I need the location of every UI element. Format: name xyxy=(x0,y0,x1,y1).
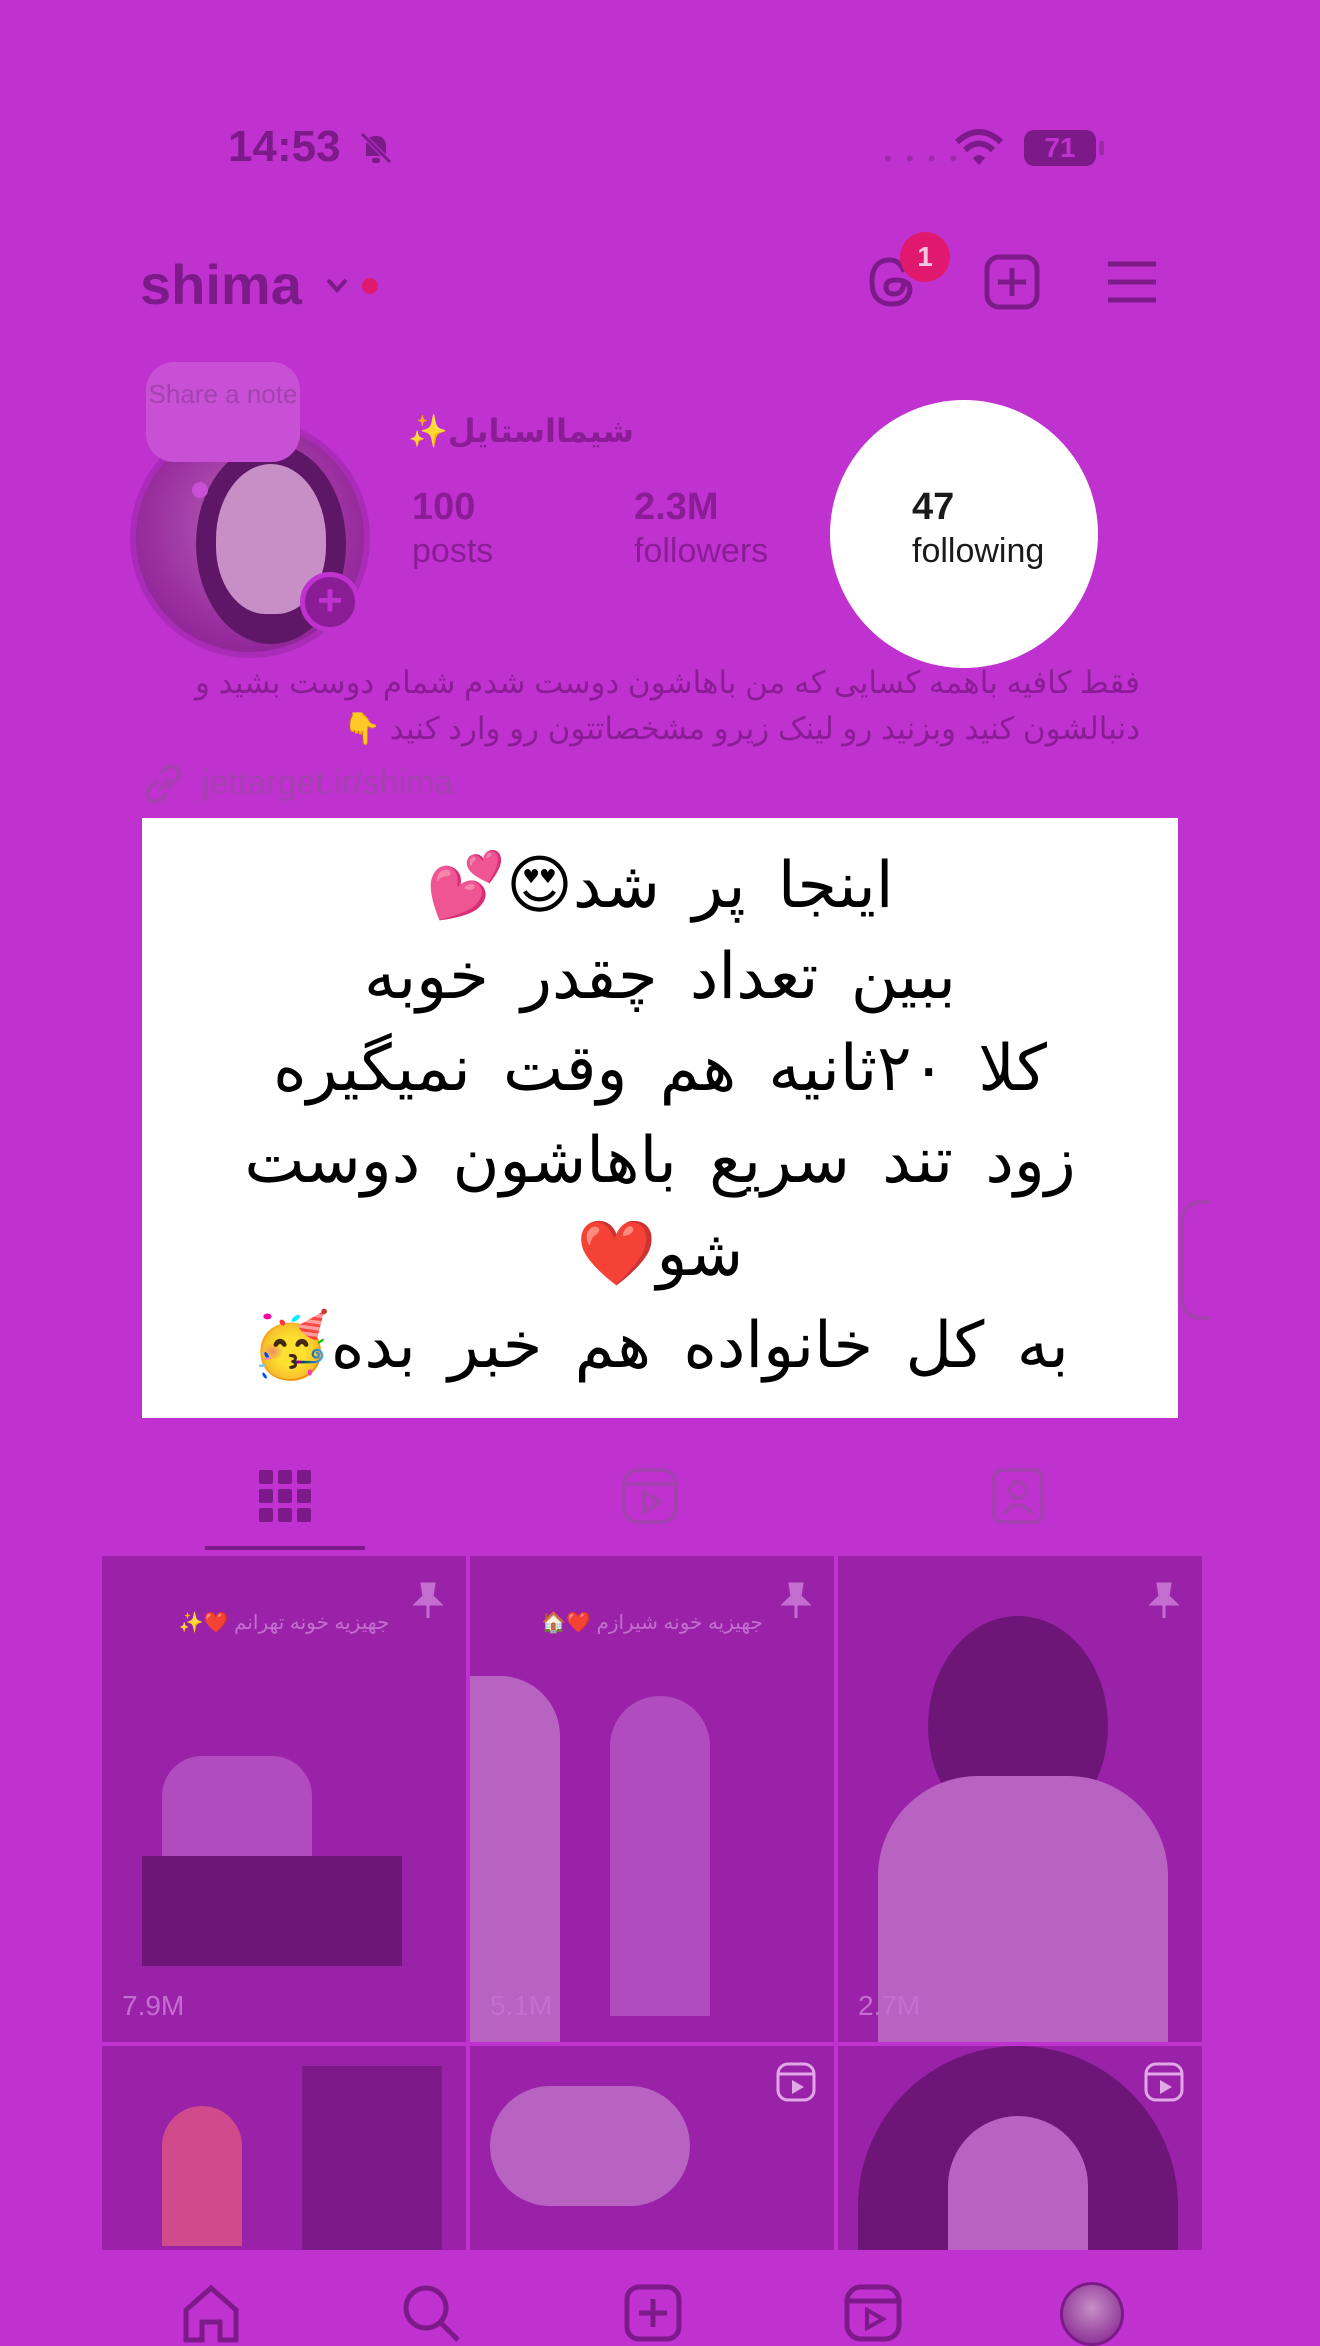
posts-label[interactable]: posts xyxy=(412,532,493,571)
bio-line-2: دنبالشون کنید وبزنید رو لینک زیرو مشخصات… xyxy=(342,711,1140,746)
view-count: 2.7M xyxy=(858,1990,921,2021)
view-count: 5.1M xyxy=(490,1990,553,2021)
reels-tab-icon[interactable] xyxy=(620,1466,680,1526)
pin-icon xyxy=(1148,1582,1180,1618)
share-note-bubble[interactable]: Share a note xyxy=(146,362,300,462)
highlight-edge xyxy=(1180,1200,1210,1320)
link-text[interactable]: jettarget.ir/shima xyxy=(202,764,453,803)
followers-label[interactable]: followers xyxy=(634,532,768,571)
caption-line-4: زود تند سریع باهاشون دوست xyxy=(244,1124,1076,1198)
profile-bio: فقط کافیه باهمه کسایی که من باهاشون دوست… xyxy=(140,660,1140,752)
following-count[interactable]: 47 xyxy=(912,486,954,529)
caption-line-1: اینجا پر شد😍💕 xyxy=(426,849,894,923)
post-tile[interactable] xyxy=(102,2046,466,2250)
add-story-button[interactable]: + xyxy=(300,572,360,632)
posts-count[interactable]: 100 xyxy=(412,486,475,529)
caption-line-5: شو❤️ xyxy=(576,1217,744,1291)
new-post-icon[interactable] xyxy=(982,252,1042,312)
chevron-down-icon[interactable] xyxy=(322,270,352,300)
grid-tab-icon[interactable] xyxy=(255,1466,315,1526)
status-time: 14:53 xyxy=(228,122,341,171)
search-icon[interactable] xyxy=(400,2282,462,2344)
display-name: شیمااستایل✨ xyxy=(408,413,634,449)
post-tile[interactable]: جهیزیه خونه شیرازم ❤️🏠 5.1M xyxy=(470,1556,834,2042)
post-tile[interactable] xyxy=(838,2046,1202,2250)
menu-icon[interactable] xyxy=(1102,252,1162,312)
profile-nav-avatar[interactable] xyxy=(1060,2282,1124,2346)
caption-line-2: ببین تعداد چقدر خوبه xyxy=(364,940,956,1014)
profile-username[interactable]: shima xyxy=(140,252,302,317)
post-tile[interactable]: جهیزیه خونه تهرانم ❤️✨ 7.9M xyxy=(102,1556,466,2042)
post-tile[interactable]: 2.7M xyxy=(838,1556,1202,2042)
tagged-tab-icon[interactable] xyxy=(988,1466,1048,1526)
threads-badge: 1 xyxy=(900,232,950,282)
reels-icon[interactable] xyxy=(842,2282,904,2344)
notification-dot xyxy=(362,278,378,294)
pin-icon xyxy=(412,1582,444,1618)
bell-off-icon xyxy=(360,132,392,164)
battery-icon: 71 xyxy=(1024,130,1104,166)
following-label[interactable]: following xyxy=(912,532,1044,571)
link-icon xyxy=(145,764,181,804)
caption-line-6: به کل خانواده هم خبر بده🥳 xyxy=(251,1309,1069,1383)
view-count: 7.9M xyxy=(122,1990,185,2021)
caption-overlay: اینجا پر شد😍💕 ببین تعداد چقدر خوبه کلا ۲… xyxy=(142,818,1178,1418)
signal-icon: • • • • xyxy=(884,146,962,171)
home-icon[interactable] xyxy=(180,2282,242,2344)
reel-icon xyxy=(776,2062,816,2102)
followers-count[interactable]: 2.3M xyxy=(634,486,718,529)
note-bubble-tail xyxy=(192,482,208,498)
active-tab-underline xyxy=(205,1546,365,1550)
caption-line-3: کلا ۲۰ثانیه هم وقت نمیگیره xyxy=(273,1032,1047,1106)
create-icon[interactable] xyxy=(622,2282,684,2344)
bio-line-1: فقط کافیه باهمه کسایی که من باهاشون دوست… xyxy=(194,665,1140,700)
reel-icon xyxy=(1144,2062,1184,2102)
wifi-icon xyxy=(954,129,1004,165)
post-tile[interactable] xyxy=(470,2046,834,2250)
pin-icon xyxy=(780,1582,812,1618)
